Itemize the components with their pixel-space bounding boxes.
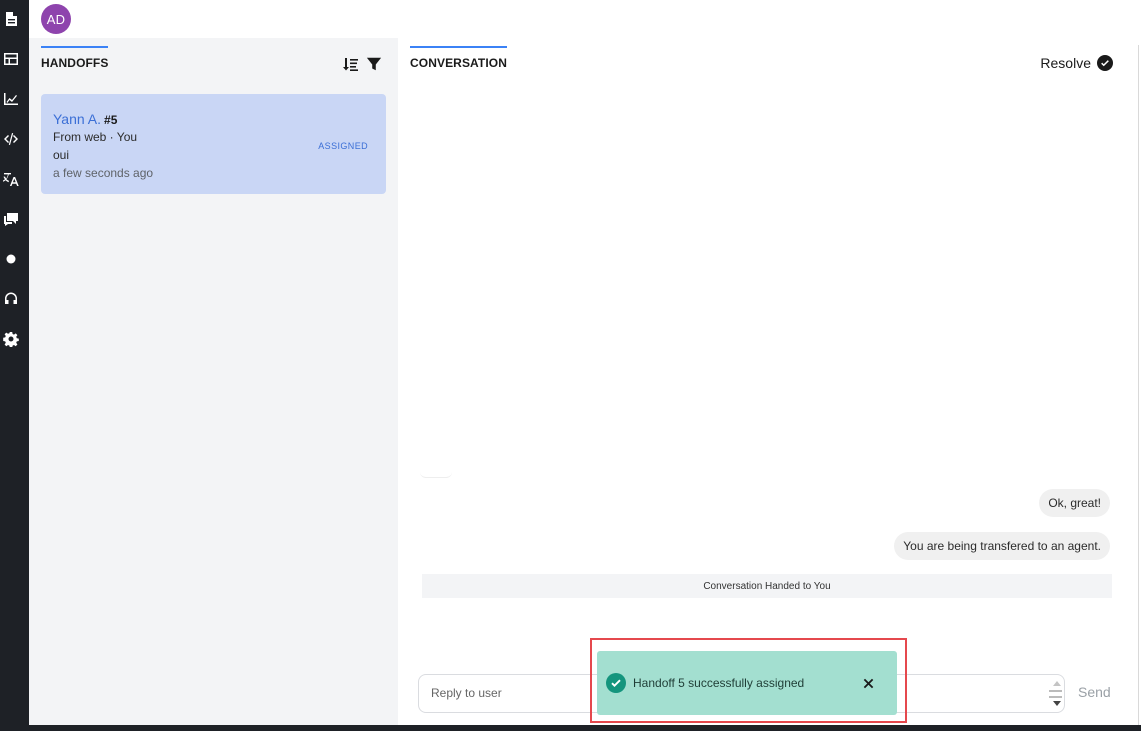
close-icon[interactable] [859,674,877,692]
handoff-name-text: Yann A. [53,111,102,127]
tab-handoffs[interactable]: HANDOFFS [41,46,109,70]
handoff-list-item[interactable]: Yann A. #5 From web · You oui a few secon… [41,94,386,194]
app-sidebar [0,0,29,731]
tab-conversation[interactable]: CONVERSATION [410,46,507,70]
status-badge: ASSIGNED [318,141,368,151]
layout-icon[interactable] [2,50,20,68]
scroll-up-arrow[interactable] [1053,681,1061,686]
scrollbar-thumb[interactable] [1049,690,1062,698]
check-circle-icon [606,673,626,693]
resolve-button[interactable]: Resolve [1040,55,1113,71]
top-bar: AD [29,0,1141,38]
document-icon[interactable] [2,10,20,28]
chat-icon[interactable] [2,210,20,228]
scroll-down-arrow[interactable] [1053,701,1061,706]
system-message: Conversation Handed to You [422,574,1112,598]
panel-divider [1138,45,1139,725]
message-bubble: You are being transfered to an agent. [894,532,1110,560]
handoff-time: a few seconds ago [53,166,154,180]
send-button[interactable]: Send [1078,684,1111,700]
conversation-panel: CONVERSATION Resolve Ok, great! You are … [398,38,1138,725]
handoff-last-message: oui [53,148,70,162]
toast-notification: Handoff 5 successfully assigned [597,651,897,715]
handoffs-panel: HANDOFFS Yann A. #5 From web · You oui a … [29,38,398,725]
code-icon[interactable] [2,130,20,148]
avatar[interactable]: AD [41,4,71,34]
sort-icon[interactable] [341,55,359,73]
message-bubble: Ok, great! [1039,489,1110,517]
gear-icon[interactable] [2,330,20,348]
filter-icon[interactable] [365,55,383,73]
check-circle-icon [1097,55,1113,71]
handoff-user-name: Yann A. #5 [53,111,117,127]
handoff-source: From web · You [53,130,138,144]
chart-line-icon[interactable] [2,90,20,108]
dot-icon[interactable] [2,250,20,268]
translate-icon[interactable] [2,170,20,188]
resolve-label: Resolve [1040,55,1091,71]
toast-message: Handoff 5 successfully assigned [633,676,805,690]
message-bubble-faint [420,462,452,478]
bottom-bar [0,725,1141,731]
handoff-number: #5 [104,113,118,127]
headset-icon[interactable] [2,290,20,308]
